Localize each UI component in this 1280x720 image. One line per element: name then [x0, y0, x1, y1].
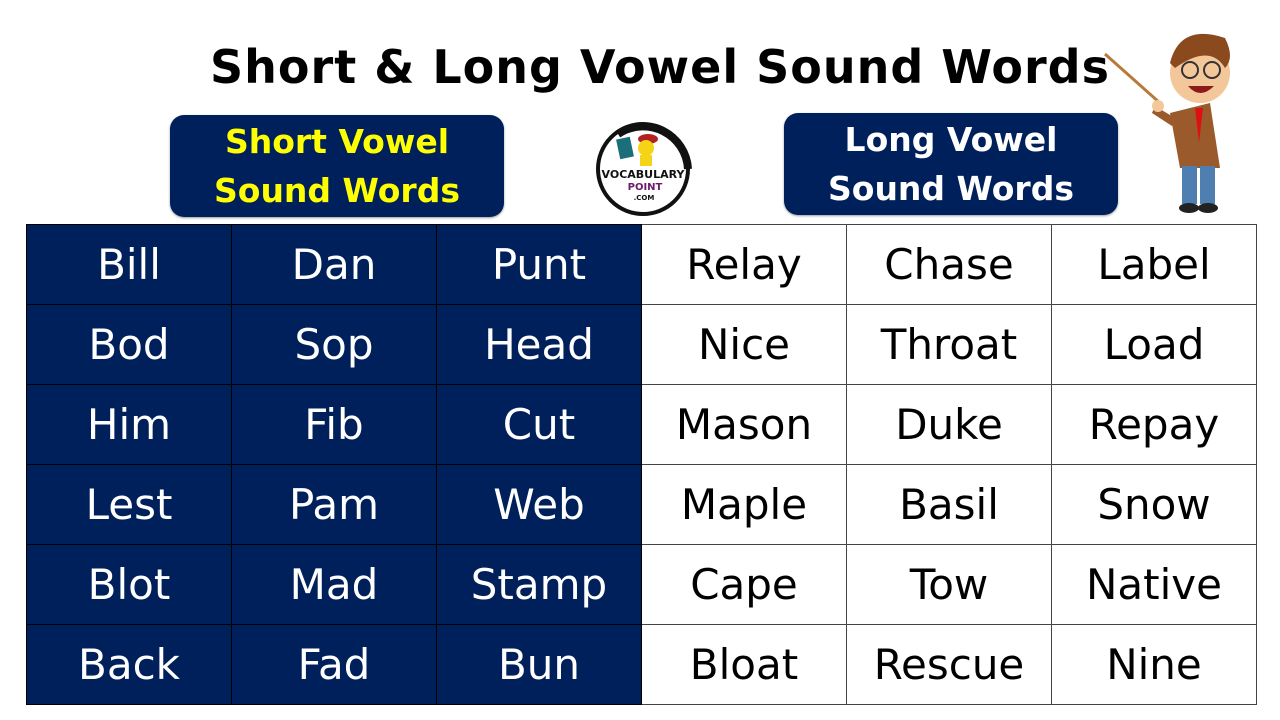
- long-vowel-header: Long Vowel Sound Words: [784, 113, 1118, 215]
- long-vowel-word: Chase: [846, 224, 1052, 305]
- long-vowel-word: Rescue: [846, 624, 1052, 705]
- short-header-line-1: Short Vowel: [224, 122, 450, 161]
- short-vowel-word: Bun: [436, 624, 642, 705]
- short-vowel-word: Dan: [231, 224, 437, 305]
- long-vowel-word: Label: [1051, 224, 1257, 305]
- short-vowel-header: Short Vowel Sound Words: [170, 115, 504, 217]
- long-header-line-2: Sound Words: [828, 169, 1074, 208]
- long-vowel-word: Basil: [846, 464, 1052, 545]
- teacher-illustration: [1104, 33, 1230, 213]
- table-row: Blot Mad Stamp Cape Tow Native: [26, 544, 1257, 625]
- long-vowel-word: Load: [1051, 304, 1257, 385]
- long-vowel-word: Throat: [846, 304, 1052, 385]
- logo-text-2: POINT: [628, 182, 663, 193]
- long-vowel-word: Bloat: [641, 624, 847, 705]
- long-vowel-word: Duke: [846, 384, 1052, 465]
- long-vowel-word: Maple: [641, 464, 847, 545]
- short-vowel-word: Mad: [231, 544, 437, 625]
- table-row: Back Fad Bun Bloat Rescue Nine: [26, 624, 1257, 705]
- short-vowel-word: Bod: [26, 304, 232, 385]
- short-vowel-word: Back: [26, 624, 232, 705]
- short-vowel-word: Sop: [231, 304, 437, 385]
- page-title: Short & Long Vowel Sound Words: [210, 40, 1110, 94]
- short-vowel-word: Head: [436, 304, 642, 385]
- table-row: Him Fib Cut Mason Duke Repay: [26, 384, 1257, 465]
- short-vowel-word: Web: [436, 464, 642, 545]
- short-vowel-word: Punt: [436, 224, 642, 305]
- table-row: Lest Pam Web Maple Basil Snow: [26, 464, 1257, 545]
- vocabulary-point-logo: VOCABULARY POINT .COM: [596, 122, 692, 216]
- short-header-line-2: Sound Words: [214, 171, 460, 210]
- table-row: Bill Dan Punt Relay Chase Label: [26, 224, 1257, 305]
- logo-text-3: .COM: [634, 194, 655, 202]
- long-vowel-word: Native: [1051, 544, 1257, 625]
- pointer-stick-icon: [1104, 52, 1161, 105]
- long-vowel-word: Snow: [1051, 464, 1257, 545]
- short-vowel-word: Pam: [231, 464, 437, 545]
- short-vowel-word: Him: [26, 384, 232, 465]
- short-vowel-word: Cut: [436, 384, 642, 465]
- table-row: Bod Sop Head Nice Throat Load: [26, 304, 1257, 385]
- long-vowel-word: Nice: [641, 304, 847, 385]
- logo-text-1: VOCABULARY: [602, 168, 686, 181]
- long-vowel-word: Mason: [641, 384, 847, 465]
- mascot-icon: [638, 140, 654, 156]
- vowel-words-table: Bill Dan Punt Relay Chase Label Bod Sop …: [26, 224, 1257, 705]
- long-vowel-word: Repay: [1051, 384, 1257, 465]
- short-vowel-word: Blot: [26, 544, 232, 625]
- short-vowel-word: Lest: [26, 464, 232, 545]
- short-vowel-word: Bill: [26, 224, 232, 305]
- long-vowel-word: Relay: [641, 224, 847, 305]
- long-vowel-word: Tow: [846, 544, 1052, 625]
- short-vowel-word: Fib: [231, 384, 437, 465]
- long-header-line-1: Long Vowel: [844, 120, 1058, 159]
- short-vowel-word: Stamp: [436, 544, 642, 625]
- long-vowel-word: Nine: [1051, 624, 1257, 705]
- long-vowel-word: Cape: [641, 544, 847, 625]
- short-vowel-word: Fad: [231, 624, 437, 705]
